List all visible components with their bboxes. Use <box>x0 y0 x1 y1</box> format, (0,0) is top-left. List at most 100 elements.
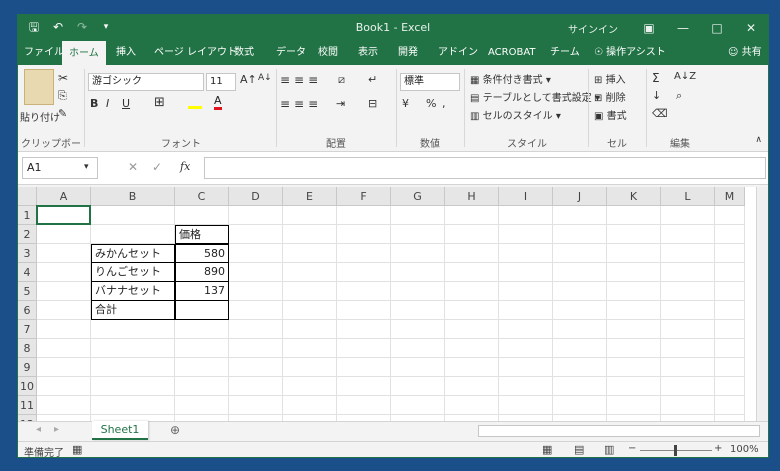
row-header-5[interactable]: 5 <box>18 282 37 301</box>
cell-B2[interactable] <box>91 225 175 244</box>
cell-J10[interactable] <box>553 377 607 396</box>
cell-G5[interactable] <box>391 282 445 301</box>
column-header-K[interactable]: K <box>607 187 661 206</box>
column-header-A[interactable]: A <box>37 187 91 206</box>
cell-D1[interactable] <box>229 206 283 225</box>
cell-I4[interactable] <box>499 263 553 282</box>
italic-icon[interactable]: I <box>106 97 109 110</box>
cell-E7[interactable] <box>283 320 337 339</box>
row-header-1[interactable]: 1 <box>18 206 37 225</box>
row-header-6[interactable]: 6 <box>18 301 37 320</box>
indent-icon[interactable]: ⇥ <box>336 97 345 110</box>
normal-view-icon[interactable]: ▦ <box>542 443 552 456</box>
cell-A3[interactable] <box>37 244 91 263</box>
underline-icon[interactable]: U <box>122 97 130 110</box>
zoom-out-icon[interactable]: − <box>628 443 636 454</box>
cell-J1[interactable] <box>553 206 607 225</box>
page-layout-view-icon[interactable]: ▤ <box>574 443 584 456</box>
cell-J7[interactable] <box>553 320 607 339</box>
cell-G1[interactable] <box>391 206 445 225</box>
share-button[interactable]: ☺ 共有 <box>728 41 762 65</box>
cell-H1[interactable] <box>445 206 499 225</box>
fill-color-icon[interactable] <box>188 95 202 109</box>
cell-M1[interactable] <box>715 206 745 225</box>
cell-A2[interactable] <box>37 225 91 244</box>
cell-L9[interactable] <box>661 358 715 377</box>
cell-C7[interactable] <box>175 320 229 339</box>
cell-M4[interactable] <box>715 263 745 282</box>
cell-H5[interactable] <box>445 282 499 301</box>
cell-A8[interactable] <box>37 339 91 358</box>
column-header-J[interactable]: J <box>553 187 607 206</box>
cell-G2[interactable] <box>391 225 445 244</box>
insert-function-icon[interactable]: fx <box>180 160 190 173</box>
cell-A10[interactable] <box>37 377 91 396</box>
next-sheet-icon[interactable]: ▸ <box>54 424 59 435</box>
cell-F4[interactable] <box>337 263 391 282</box>
close-icon[interactable]: ✕ <box>734 15 768 41</box>
cell-C6[interactable] <box>175 301 229 320</box>
horizontal-scrollbar[interactable] <box>478 425 760 437</box>
cell-E1[interactable] <box>283 206 337 225</box>
cell-G6[interactable] <box>391 301 445 320</box>
cell-B6[interactable]: 合計 <box>91 301 175 320</box>
cell-F8[interactable] <box>337 339 391 358</box>
cell-I11[interactable] <box>499 396 553 415</box>
row-header-4[interactable]: 4 <box>18 263 37 282</box>
orientation-icon[interactable]: ⧄ <box>338 73 345 87</box>
cell-D4[interactable] <box>229 263 283 282</box>
cell-B11[interactable] <box>91 396 175 415</box>
cell-E4[interactable] <box>283 263 337 282</box>
cell-J9[interactable] <box>553 358 607 377</box>
tab-review[interactable]: 校閲 <box>318 41 338 65</box>
cell-M6[interactable] <box>715 301 745 320</box>
row-header-11[interactable]: 11 <box>18 396 37 415</box>
sort-filter-icon[interactable]: A↓Z <box>674 71 696 82</box>
prev-sheet-icon[interactable]: ◂ <box>36 424 41 435</box>
cell-M5[interactable] <box>715 282 745 301</box>
cell-K10[interactable] <box>607 377 661 396</box>
tab-acrobat[interactable]: ACROBAT <box>488 41 536 65</box>
ribbon-display-icon[interactable]: ▣ <box>632 15 666 41</box>
cell-E8[interactable] <box>283 339 337 358</box>
cell-G4[interactable] <box>391 263 445 282</box>
cell-M2[interactable] <box>715 225 745 244</box>
row-header-10[interactable]: 10 <box>18 377 37 396</box>
cell-F5[interactable] <box>337 282 391 301</box>
cell-I6[interactable] <box>499 301 553 320</box>
cell-F3[interactable] <box>337 244 391 263</box>
cell-L5[interactable] <box>661 282 715 301</box>
cancel-icon[interactable]: ✕ <box>128 160 138 174</box>
cell-J5[interactable] <box>553 282 607 301</box>
customize-icon[interactable]: ▾ <box>98 19 114 35</box>
font-color-icon[interactable]: A <box>214 95 222 110</box>
cell-F1[interactable] <box>337 206 391 225</box>
cell-I3[interactable] <box>499 244 553 263</box>
grow-font-icon[interactable]: A↑ <box>240 73 257 86</box>
cell-L7[interactable] <box>661 320 715 339</box>
cell-C5[interactable]: 137 <box>175 282 229 301</box>
cell-B8[interactable] <box>91 339 175 358</box>
name-box-dropdown-icon[interactable]: ▾ <box>84 162 89 172</box>
minimize-icon[interactable]: — <box>666 15 700 41</box>
tab-developer[interactable]: 開発 <box>398 41 418 65</box>
cell-L6[interactable] <box>661 301 715 320</box>
cell-K9[interactable] <box>607 358 661 377</box>
cell-H4[interactable] <box>445 263 499 282</box>
cell-F10[interactable] <box>337 377 391 396</box>
zoom-slider-thumb[interactable] <box>674 445 677 456</box>
cell-K2[interactable] <box>607 225 661 244</box>
autosum-icon[interactable]: Σ <box>652 71 660 85</box>
column-header-G[interactable]: G <box>391 187 445 206</box>
cell-D3[interactable] <box>229 244 283 263</box>
tab-view[interactable]: 表示 <box>358 41 378 65</box>
cell-H6[interactable] <box>445 301 499 320</box>
cell-M3[interactable] <box>715 244 745 263</box>
cell-H11[interactable] <box>445 396 499 415</box>
tab-addins[interactable]: アドイン <box>438 41 478 65</box>
select-all-corner[interactable] <box>18 187 37 206</box>
column-header-E[interactable]: E <box>283 187 337 206</box>
cell-G7[interactable] <box>391 320 445 339</box>
macro-record-icon[interactable]: ▦ <box>72 443 82 456</box>
add-sheet-icon[interactable]: ⊕ <box>170 423 180 437</box>
